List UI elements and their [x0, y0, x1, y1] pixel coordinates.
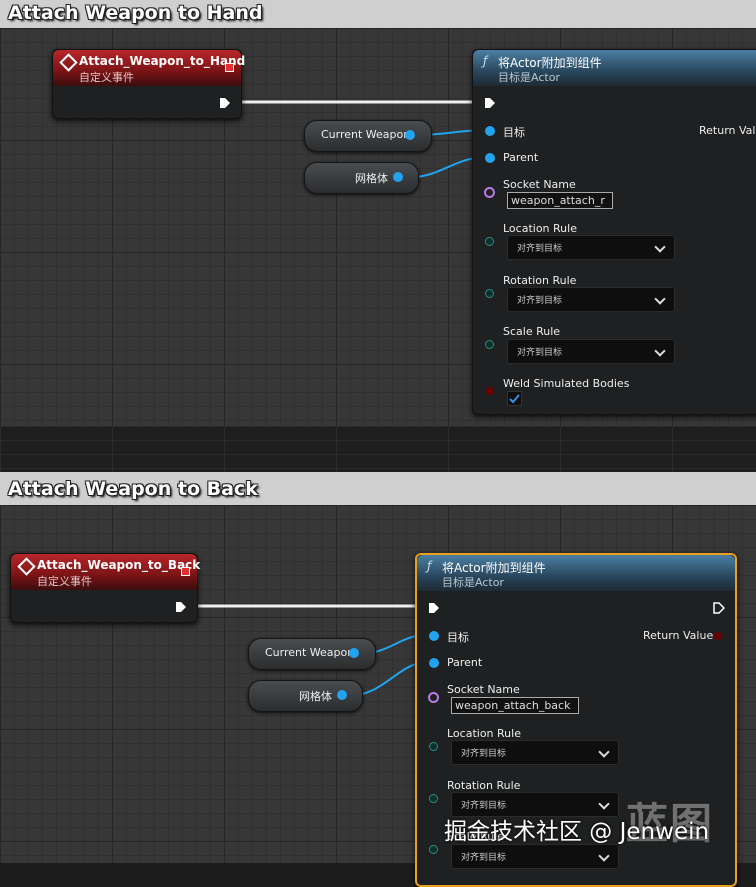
scale-rule-pin-icon[interactable] [429, 845, 438, 854]
parent-pin-icon[interactable] [429, 658, 439, 668]
exec-out-pin-icon[interactable] [175, 601, 187, 613]
function-subtitle: 目标是Actor [442, 576, 504, 589]
variable-output-pin-icon[interactable] [337, 690, 347, 700]
mesh-variable-node[interactable]: 网格体 [248, 680, 363, 712]
function-header: ƒ 将Actor附加到组件 目标是Actor [417, 555, 735, 591]
exec-out-pin-icon[interactable] [713, 602, 725, 614]
chevron-down-icon [598, 746, 610, 758]
delegate-pin-icon[interactable] [181, 567, 190, 576]
socket-name-pin-icon[interactable] [428, 692, 439, 703]
exec-in-pin-icon[interactable] [428, 602, 440, 614]
chevron-down-icon [598, 798, 610, 810]
target-pin-icon[interactable] [429, 631, 439, 641]
event-subtitle: 自定义事件 [37, 575, 92, 588]
scale-rule-value: 对齐到目标 [461, 853, 507, 863]
socket-name-label: Socket Name [447, 683, 520, 696]
watermark-text: 掘金技术社区 @ Jenwein [444, 819, 710, 845]
current-weapon-variable-node[interactable]: Current Weapon [248, 638, 376, 670]
rotation-rule-label: Rotation Rule [447, 779, 521, 792]
location-rule-value: 对齐到目标 [461, 749, 507, 759]
location-rule-label: Location Rule [447, 727, 521, 740]
function-icon: ƒ [427, 559, 432, 573]
rotation-rule-pin-icon[interactable] [429, 794, 438, 803]
variable-output-pin-icon[interactable] [349, 648, 359, 658]
variable-label: 网格体 [299, 690, 332, 703]
rotation-rule-value: 对齐到目标 [461, 801, 507, 811]
custom-event-node[interactable]: Attach_Weapon_to_Back 自定义事件 [10, 553, 201, 623]
return-value-pin-icon[interactable] [714, 632, 722, 640]
parent-pin-label: Parent [447, 656, 483, 669]
event-header: Attach_Weapon_to_Back 自定义事件 [11, 554, 201, 590]
socket-name-input[interactable]: weapon_attach_back [451, 697, 579, 714]
scale-rule-dropdown[interactable]: 对齐到目标 [451, 844, 619, 869]
location-rule-dropdown[interactable]: 对齐到目标 [451, 740, 619, 765]
target-pin-label: 目标 [447, 631, 469, 644]
event-diamond-icon [17, 557, 36, 576]
location-rule-pin-icon[interactable] [429, 742, 438, 751]
chevron-down-icon [598, 850, 610, 862]
variable-label: Current Weapon [265, 646, 355, 659]
event-title: Attach_Weapon_to_Back [37, 558, 201, 572]
return-value-label: Return Value [643, 629, 714, 642]
